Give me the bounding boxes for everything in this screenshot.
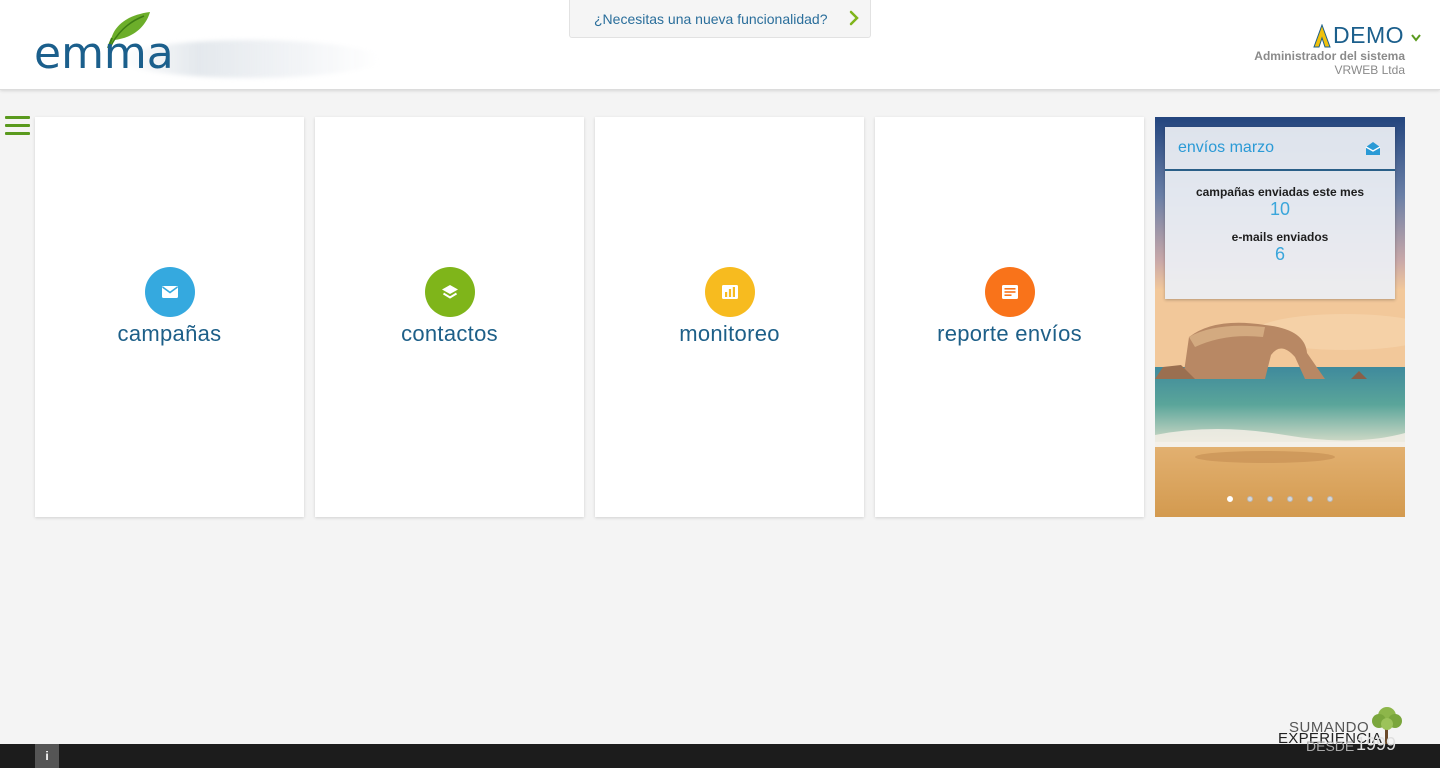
contactos-icon-circle	[425, 267, 475, 317]
emma-logo[interactable]: emma	[0, 0, 380, 90]
carousel-dots	[1227, 496, 1347, 502]
tile-label-contactos: contactos	[401, 321, 498, 346]
chevron-down-icon[interactable]	[1410, 33, 1422, 43]
stat-value-campaigns: 10	[1269, 199, 1291, 219]
carousel-dot[interactable]	[1287, 496, 1293, 502]
user-role: Administrador del sistema	[1254, 49, 1405, 63]
stats-header: envíos marzo	[1165, 127, 1395, 171]
stats-card: envíos marzo campañas enviadas este mes …	[1165, 127, 1395, 299]
hamburger-menu-icon[interactable]	[5, 116, 31, 136]
carousel-dot[interactable]	[1267, 496, 1273, 502]
stat-value-emails: 6	[1274, 244, 1285, 264]
user-company: VRWEB Ltda	[1334, 63, 1405, 77]
campanas-icon-circle	[145, 267, 195, 317]
carousel-dot[interactable]	[1247, 496, 1253, 502]
tile-label-monitoreo: monitoreo	[679, 321, 780, 346]
tile-campanas[interactable]: campañas	[35, 117, 304, 517]
user-menu[interactable]: DEMO Administrador del sistema VRWEB Ltd…	[1182, 20, 1422, 80]
stats-title: envíos marzo	[1178, 139, 1275, 156]
stat-label-campaigns: campañas enviadas este mes	[1195, 185, 1365, 199]
bar-chart-icon	[722, 285, 738, 299]
open-envelope-icon	[1365, 142, 1381, 155]
stamp-since: DESDE	[1306, 738, 1355, 754]
feature-request-button[interactable]: ¿Necesitas una nueva funcionalidad?	[569, 0, 871, 38]
menu-bar	[5, 124, 30, 127]
user-name-row[interactable]: DEMO	[1313, 22, 1422, 49]
top-header: emma ¿Necesitas una nueva funcionalidad?…	[0, 0, 1440, 90]
stat-label-emails: e-mails enviados	[1231, 230, 1329, 244]
tile-label-reporte-envios: reporte envíos	[937, 321, 1082, 346]
carousel-dot[interactable]	[1307, 496, 1313, 502]
mail-icon	[162, 286, 178, 298]
layers-icon	[442, 285, 458, 299]
tile-reporte-envios[interactable]: reporte envíos	[875, 117, 1144, 517]
menu-bar	[5, 132, 30, 135]
footer-bar: i DESDE 1999	[0, 734, 1440, 768]
chevron-right-icon	[849, 10, 859, 26]
tile-contactos[interactable]: contactos	[315, 117, 584, 517]
document-lines-icon	[1002, 285, 1018, 299]
feature-request-label: ¿Necesitas una nueva funcionalidad?	[594, 10, 828, 27]
stamp-year-row: DESDE 1999	[1276, 734, 1406, 768]
reporte-icon-circle	[985, 267, 1035, 317]
tile-label-campanas: campañas	[117, 321, 222, 346]
logo-wordmark: emma	[34, 28, 174, 79]
stamp-year: 1999	[1356, 734, 1397, 754]
user-badge-icon	[1313, 23, 1331, 47]
carousel-dot[interactable]	[1227, 496, 1233, 502]
info-button[interactable]: i	[35, 744, 59, 768]
monitoreo-icon-circle	[705, 267, 755, 317]
carousel-dot[interactable]	[1327, 496, 1333, 502]
user-name: DEMO	[1333, 22, 1404, 48]
envios-widget: envíos marzo campañas enviadas este mes …	[1155, 117, 1405, 517]
tile-monitoreo[interactable]: monitoreo	[595, 117, 864, 517]
menu-bar	[5, 116, 30, 119]
